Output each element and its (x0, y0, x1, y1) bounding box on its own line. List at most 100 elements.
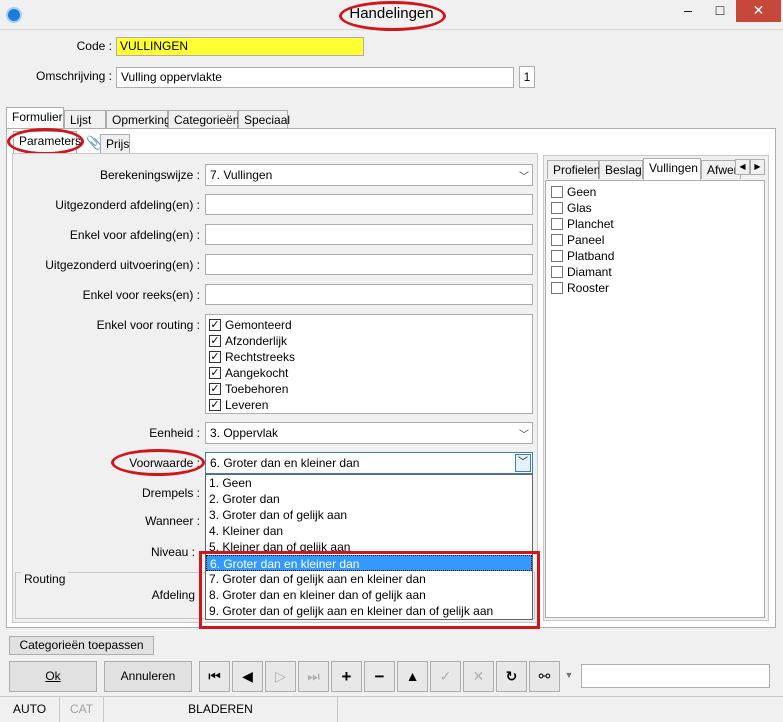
annotation-ring-voorwaarde (111, 449, 205, 476)
code-field[interactable]: VULLINGEN (116, 37, 364, 56)
refresh-icon[interactable]: ↻ (496, 661, 527, 692)
chevron-down-icon: ﹀ (519, 430, 529, 441)
code-label: Code : (76, 39, 112, 53)
berekeningswijze-label: Berekeningswijze : (99, 168, 200, 182)
uitgez-afdeling-field[interactable] (205, 194, 533, 215)
scroll-left-icon[interactable]: ◀ (735, 159, 750, 175)
binoculars-icon[interactable]: ⚯ (529, 661, 560, 692)
omschrijving-field[interactable]: Vulling oppervlakte (116, 67, 514, 88)
chevron-down-icon[interactable]: ﹀ (515, 454, 531, 472)
option-2[interactable]: 2. Groter dan (206, 491, 532, 507)
tab-speciaal[interactable]: Speciaal (238, 110, 290, 129)
ok-button[interactable]: Ok (9, 661, 97, 692)
enkel-reeks-field[interactable] (205, 284, 533, 305)
checkbox-unchecked-icon[interactable] (551, 233, 563, 246)
status-mode: BLADEREN (104, 697, 338, 722)
option-4[interactable]: 4. Kleiner dan (206, 523, 532, 539)
add-icon[interactable]: + (331, 661, 362, 692)
vullingen-list: Geen Glas Planchet Paneel Platband Diama… (545, 180, 765, 618)
annotation-box-options (199, 551, 540, 629)
remove-icon[interactable]: − (364, 661, 395, 692)
status-cat: CAT (60, 697, 104, 722)
next-record-icon[interactable]: ▷ (265, 661, 296, 692)
close-button[interactable]: ✕ (736, 0, 781, 22)
checkbox-unchecked-icon[interactable] (551, 185, 563, 198)
uitgez-uitvoering-field[interactable] (205, 254, 533, 275)
checkbox-unchecked-icon[interactable] (551, 217, 563, 230)
annuleren-button[interactable]: Annuleren (104, 661, 192, 692)
routing-item-afzonderlijk[interactable]: ✓ Afzonderlijk (209, 333, 529, 349)
afdeling-label: Afdeling (151, 588, 195, 602)
maximize-button[interactable]: □ (704, 0, 736, 22)
routing-group-label: Routing (21, 572, 69, 586)
eenheid-value: 3. Oppervlak (210, 426, 279, 440)
scroll-right-icon[interactable]: ▶ (750, 159, 765, 175)
routing-item-toebehoren[interactable]: ✓ Toebehoren (209, 381, 529, 397)
uitgez-uitvoering-label: Uitgezonderd uitvoering(en) : (45, 258, 200, 272)
tab-opmerking[interactable]: Opmerking (106, 110, 171, 129)
chevron-down-icon[interactable]: ▼ (562, 661, 576, 692)
wanneer-label: Wanneer : (145, 514, 200, 528)
voorwaarde-select[interactable]: 6. Groter dan en kleiner dan ﹀ (205, 452, 533, 474)
vulling-item-paneel[interactable]: Paneel (551, 232, 759, 248)
vulling-item-planchet[interactable]: Planchet (551, 216, 759, 232)
niveau-label: Niveau : (150, 545, 195, 559)
checkbox-unchecked-icon[interactable] (551, 249, 563, 262)
checkbox-unchecked-icon[interactable] (551, 265, 563, 278)
tab-profielen[interactable]: Profielen (547, 160, 600, 179)
eenheid-label: Eenheid : (149, 426, 200, 440)
enkel-afdeling-field[interactable] (205, 224, 533, 245)
annotation-ring-title (339, 1, 446, 31)
routing-item-gemonteerd[interactable]: ✓ Gemonteerd (209, 317, 529, 333)
option-3[interactable]: 3. Groter dan of gelijk aan (206, 507, 532, 523)
confirm-icon[interactable]: ✓ (430, 661, 461, 692)
vulling-item-geen[interactable]: Geen (551, 184, 759, 200)
tab-prijs[interactable]: Prijs (100, 134, 130, 153)
vulling-item-rooster[interactable]: Rooster (551, 280, 759, 296)
uitgez-afdeling-label: Uitgezonderd afdeling(en) : (55, 198, 200, 212)
first-record-icon[interactable]: ⏮ (199, 661, 230, 692)
eenheid-select[interactable]: 3. Oppervlak ﹀ (205, 422, 533, 444)
chevron-down-icon: ﹀ (519, 172, 529, 183)
omschrijving-count: 1 (519, 66, 535, 88)
checkbox-checked-icon[interactable]: ✓ (209, 398, 221, 411)
tab-vullingen[interactable]: Vullingen (643, 158, 701, 180)
checkbox-checked-icon[interactable]: ✓ (209, 334, 221, 347)
tab-lijst[interactable]: Lijst (64, 110, 106, 129)
checkbox-unchecked-icon[interactable] (551, 201, 563, 214)
tab-categorieen[interactable]: Categorieën (168, 110, 239, 129)
previous-record-icon[interactable]: ◀ (232, 661, 263, 692)
routing-item-rechtstreeks[interactable]: ✓ Rechtstreeks (209, 349, 529, 365)
up-arrow-icon[interactable]: ▲ (397, 661, 428, 692)
vulling-item-platband[interactable]: Platband (551, 248, 759, 264)
omschrijving-label: Omschrijving : (35, 69, 112, 83)
checkbox-unchecked-icon[interactable] (551, 281, 563, 294)
search-input[interactable] (581, 664, 770, 688)
berekeningswijze-select[interactable]: 7. Vullingen ﹀ (205, 164, 533, 186)
checkbox-checked-icon[interactable]: ✓ (209, 350, 221, 363)
cancel-edit-icon[interactable]: ✕ (463, 661, 494, 692)
routing-item-aangekocht[interactable]: ✓ Aangekocht (209, 365, 529, 381)
main-tab-strip: Formulier Lijst Opmerking Categorieën Sp… (6, 107, 306, 129)
enkel-afdeling-label: Enkel voor afdeling(en) : (69, 228, 200, 242)
voorwaarde-value: 6. Groter dan en kleiner dan (210, 456, 360, 470)
right-tab-strip: Profielen Beslag Vullingen Afwerl ◀ ▶ (545, 158, 767, 180)
minimize-button[interactable]: – (672, 0, 704, 22)
tab-beslag[interactable]: Beslag (599, 160, 643, 179)
last-record-icon[interactable]: ⏭ (298, 661, 329, 692)
annotation-ring-parameters (7, 128, 84, 155)
routing-label: Enkel voor routing : (96, 318, 200, 332)
drempels-label: Drempels : (141, 486, 200, 500)
checkbox-checked-icon[interactable]: ✓ (209, 382, 221, 395)
berekeningswijze-value: 7. Vullingen (210, 168, 273, 182)
vulling-item-diamant[interactable]: Diamant (551, 264, 759, 280)
categorieen-toepassen-button[interactable]: Categorieën toepassen (9, 636, 154, 655)
option-1[interactable]: 1. Geen (206, 475, 532, 491)
enkel-reeks-label: Enkel voor reeks(en) : (82, 288, 200, 302)
status-auto: AUTO (0, 697, 60, 722)
checkbox-checked-icon[interactable]: ✓ (209, 318, 221, 331)
vulling-item-glas[interactable]: Glas (551, 200, 759, 216)
routing-item-leveren[interactable]: ✓ Leveren (209, 397, 529, 413)
checkbox-checked-icon[interactable]: ✓ (209, 366, 221, 379)
tab-formulier[interactable]: Formulier (6, 107, 64, 129)
